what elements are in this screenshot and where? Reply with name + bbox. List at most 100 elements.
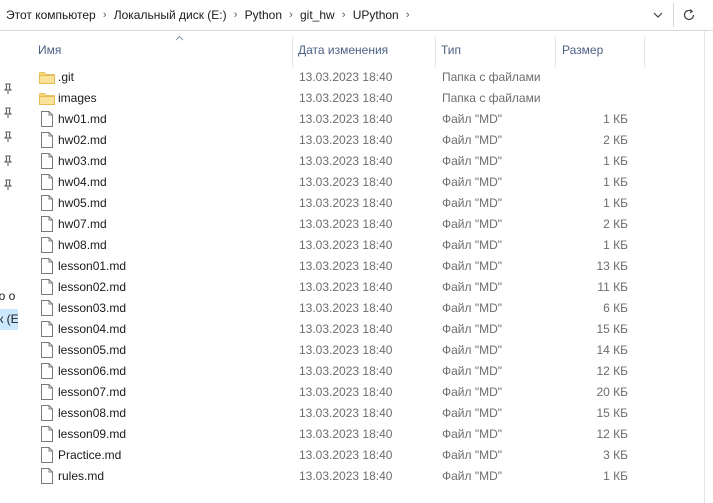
pin-icon[interactable] xyxy=(2,107,14,119)
file-date: 13.03.2023 18:40 xyxy=(299,343,393,357)
file-size: 13 КБ xyxy=(596,259,628,273)
breadcrumb-separator-icon[interactable]: › xyxy=(227,9,245,21)
file-row[interactable]: hw03.md 13.03.2023 18:40 Файл "MD" 1 КБ xyxy=(18,151,704,172)
file-type: Файл "MD" xyxy=(442,385,503,399)
breadcrumb-upython[interactable]: UPython xyxy=(353,8,399,22)
file-name: .git xyxy=(58,70,75,84)
address-history-dropdown[interactable] xyxy=(647,4,669,26)
file-size: 11 КБ xyxy=(597,280,628,294)
column-divider[interactable] xyxy=(644,37,645,67)
file-row[interactable]: lesson01.md 13.03.2023 18:40 Файл "MD" 1… xyxy=(18,256,704,277)
file-size xyxy=(558,88,628,109)
nav-item-partial[interactable]: но о xyxy=(0,289,15,303)
file-row[interactable]: hw07.md 13.03.2023 18:40 Файл "MD" 2 КБ xyxy=(18,214,704,235)
file-row[interactable]: hw01.md 13.03.2023 18:40 Файл "MD" 1 КБ xyxy=(18,109,704,130)
file-row[interactable]: hw02.md 13.03.2023 18:40 Файл "MD" 2 КБ xyxy=(18,130,704,151)
folder-icon xyxy=(39,92,55,109)
address-bar[interactable]: Этот компьютер › Локальный диск (E:) › P… xyxy=(0,0,713,31)
file-row[interactable]: lesson07.md 13.03.2023 18:40 Файл "MD" 2… xyxy=(18,382,704,403)
file-row[interactable]: lesson03.md 13.03.2023 18:40 Файл "MD" 6… xyxy=(18,298,704,319)
file-row[interactable]: lesson09.md 13.03.2023 18:40 Файл "MD" 1… xyxy=(18,424,704,445)
file-date: 13.03.2023 18:40 xyxy=(299,259,393,273)
file-size: 14 КБ xyxy=(596,343,628,357)
file-icon xyxy=(41,195,55,212)
column-header-name[interactable]: Имя xyxy=(38,31,61,67)
navigation-pane[interactable]: но о ск (E xyxy=(0,31,18,503)
file-name: images xyxy=(58,91,97,105)
file-row[interactable]: Practice.md 13.03.2023 18:40 Файл "MD" 3… xyxy=(18,445,704,466)
file-date: 13.03.2023 18:40 xyxy=(299,427,393,441)
file-date: 13.03.2023 18:40 xyxy=(299,91,393,105)
pin-icon[interactable] xyxy=(2,179,14,191)
breadcrumb-this-pc[interactable]: Этот компьютер xyxy=(6,8,96,22)
file-size: 1 КБ xyxy=(603,175,628,189)
file-row[interactable]: lesson06.md 13.03.2023 18:40 Файл "MD" 1… xyxy=(18,361,704,382)
column-header-size[interactable]: Размер xyxy=(562,31,603,67)
file-date: 13.03.2023 18:40 xyxy=(299,154,393,168)
file-row[interactable]: lesson05.md 13.03.2023 18:40 Файл "MD" 1… xyxy=(18,340,704,361)
breadcrumb-python[interactable]: Python xyxy=(245,8,282,22)
file-name: Practice.md xyxy=(58,448,122,462)
file-date: 13.03.2023 18:40 xyxy=(299,112,393,126)
breadcrumb-separator-icon[interactable]: › xyxy=(96,9,114,21)
file-icon xyxy=(41,132,55,149)
file-date: 13.03.2023 18:40 xyxy=(299,175,393,189)
file-size: 2 КБ xyxy=(603,133,628,147)
file-name: hw03.md xyxy=(58,154,107,168)
file-date: 13.03.2023 18:40 xyxy=(299,280,393,294)
file-row[interactable]: images 13.03.2023 18:40 Папка с файлами xyxy=(18,88,704,109)
column-divider[interactable] xyxy=(555,37,556,67)
file-type: Файл "MD" xyxy=(442,280,503,294)
file-name: hw07.md xyxy=(58,217,107,231)
file-name: lesson01.md xyxy=(58,259,127,273)
file-type: Файл "MD" xyxy=(442,112,503,126)
file-row[interactable]: lesson04.md 13.03.2023 18:40 Файл "MD" 1… xyxy=(18,319,704,340)
file-name: hw04.md xyxy=(58,175,107,189)
column-header-type[interactable]: Тип xyxy=(441,31,461,67)
file-row[interactable]: hw04.md 13.03.2023 18:40 Файл "MD" 1 КБ xyxy=(18,172,704,193)
file-icon xyxy=(41,300,55,317)
refresh-button[interactable] xyxy=(678,4,700,26)
file-date: 13.03.2023 18:40 xyxy=(299,133,393,147)
breadcrumb-separator-icon[interactable]: › xyxy=(399,9,417,21)
file-size: 20 КБ xyxy=(596,385,628,399)
pane-edge xyxy=(704,31,705,503)
file-size: 15 КБ xyxy=(596,406,628,420)
file-row[interactable]: hw08.md 13.03.2023 18:40 Файл "MD" 1 КБ xyxy=(18,235,704,256)
file-row[interactable]: rules.md 13.03.2023 18:40 Файл "MD" 1 КБ xyxy=(18,466,704,487)
file-name: lesson03.md xyxy=(58,301,127,315)
file-date: 13.03.2023 18:40 xyxy=(299,217,393,231)
file-type: Файл "MD" xyxy=(442,133,503,147)
file-icon xyxy=(41,405,55,422)
file-date: 13.03.2023 18:40 xyxy=(299,469,393,483)
breadcrumb-separator-icon[interactable]: › xyxy=(282,9,300,21)
file-name: lesson08.md xyxy=(58,406,127,420)
file-type: Файл "MD" xyxy=(442,364,503,378)
file-icon xyxy=(41,216,55,233)
nav-item-local-disk-partial[interactable]: ск (E xyxy=(0,312,18,326)
breadcrumb-git-hw[interactable]: git_hw xyxy=(300,8,335,22)
column-divider[interactable] xyxy=(292,37,293,67)
file-date: 13.03.2023 18:40 xyxy=(299,196,393,210)
file-type: Файл "MD" xyxy=(442,238,503,252)
file-row[interactable]: lesson02.md 13.03.2023 18:40 Файл "MD" 1… xyxy=(18,277,704,298)
file-size: 15 КБ xyxy=(596,322,628,336)
pin-icon[interactable] xyxy=(2,155,14,167)
file-date: 13.03.2023 18:40 xyxy=(299,448,393,462)
breadcrumb-local-disk[interactable]: Локальный диск (E:) xyxy=(114,8,227,22)
file-name: lesson09.md xyxy=(58,427,127,441)
file-type: Файл "MD" xyxy=(442,343,503,357)
pin-icon[interactable] xyxy=(2,83,14,95)
file-row[interactable]: hw05.md 13.03.2023 18:40 Файл "MD" 1 КБ xyxy=(18,193,704,214)
file-row[interactable]: .git 13.03.2023 18:40 Папка с файлами xyxy=(18,67,704,88)
pin-icon[interactable] xyxy=(2,131,14,143)
file-type: Файл "MD" xyxy=(442,175,503,189)
breadcrumb-separator-icon[interactable]: › xyxy=(335,9,353,21)
file-date: 13.03.2023 18:40 xyxy=(299,364,393,378)
column-header: Имя Дата изменения Тип Размер xyxy=(18,31,704,67)
file-name: lesson02.md xyxy=(58,280,127,294)
file-name: hw05.md xyxy=(58,196,107,210)
file-row[interactable]: lesson08.md 13.03.2023 18:40 Файл "MD" 1… xyxy=(18,403,704,424)
column-header-date[interactable]: Дата изменения xyxy=(298,31,388,67)
column-divider[interactable] xyxy=(435,37,436,67)
